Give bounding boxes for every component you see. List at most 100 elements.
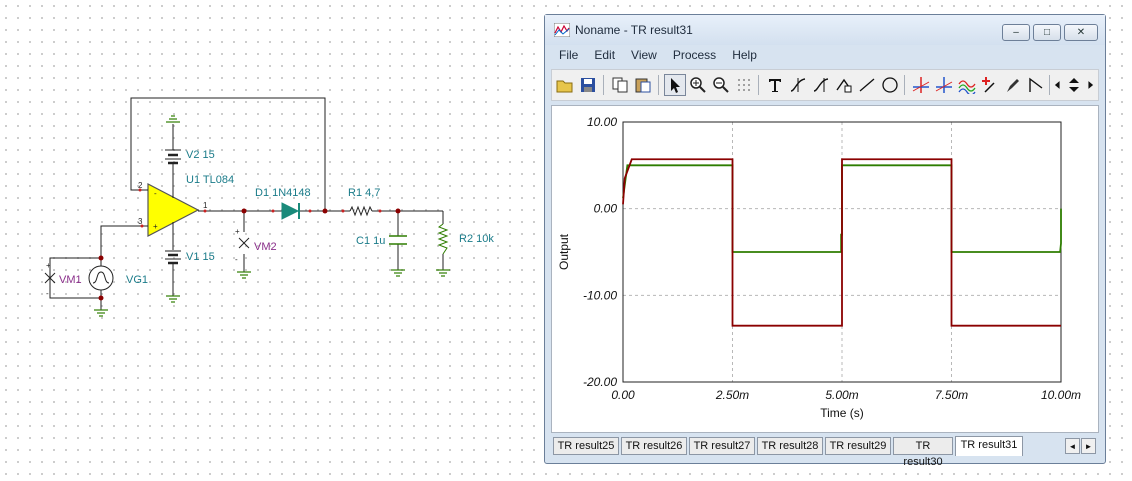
scroll-right-button[interactable] (1083, 74, 1097, 96)
app-icon (554, 23, 570, 37)
cursor-b-button[interactable] (810, 74, 832, 96)
ground-icon-v2 (166, 115, 180, 123)
tab-right-icon: ► (1084, 441, 1093, 451)
toolbar-separator (904, 75, 905, 95)
window-title: Noname - TR result31 (575, 23, 693, 37)
menu-help[interactable]: Help (724, 46, 765, 64)
up-down-button[interactable] (1065, 74, 1083, 96)
axis-icon (836, 78, 852, 93)
zoom-100-button[interactable] (710, 74, 732, 96)
menu-bar: File Edit View Process Help (551, 46, 765, 64)
ground-icon-c1 (391, 269, 405, 277)
toolbar-separator (603, 75, 604, 95)
result-window[interactable]: Noname - TR result31 – □ ✕ File Edit Vie… (544, 14, 1106, 468)
label-r1: R1 4,7 (348, 187, 380, 199)
axis-button[interactable] (833, 74, 855, 96)
output-chart[interactable]: 0.00 2.50m 5.00m 7.50m 10.00m 10.00 0.00 -10.00… (552, 106, 1098, 432)
circle-icon (882, 77, 898, 93)
step-button[interactable] (1025, 74, 1047, 96)
ground-icon-v1 (166, 295, 180, 303)
grid-icon (738, 79, 750, 91)
tab-tr-result29[interactable]: TR result29 (825, 437, 891, 455)
menu-view[interactable]: View (623, 46, 665, 64)
line-button[interactable] (856, 74, 878, 96)
text-button[interactable] (764, 74, 786, 96)
copy-button[interactable] (609, 74, 631, 96)
pointer-button[interactable] (664, 74, 686, 96)
close-button[interactable]: ✕ (1064, 24, 1098, 41)
y-tick-label: 0.00 (594, 202, 618, 216)
x-tick-label: 7.50m (935, 388, 968, 402)
result-tabs: TR result25 TR result26 TR result27 TR r… (551, 435, 1099, 468)
tab-tr-result31[interactable]: TR result31 (955, 436, 1023, 456)
resistor-r2[interactable] (437, 223, 449, 255)
circle-button[interactable] (879, 74, 901, 96)
probe-button[interactable] (979, 74, 1001, 96)
opamp-plus-label: + (153, 222, 158, 231)
marker-a-icon (912, 77, 930, 93)
tab-tr-result28[interactable]: TR result28 (757, 437, 823, 455)
pin1-label: 1 (203, 201, 208, 210)
vm1-minus: - (46, 289, 49, 298)
minimize-icon: – (1013, 27, 1019, 38)
pen-icon (1007, 79, 1019, 92)
label-vm2: VM2 (254, 241, 277, 253)
open-icon (556, 80, 573, 93)
tab-tr-result27[interactable]: TR result27 (689, 437, 755, 455)
ground-icon-vm2 (237, 271, 251, 279)
left-icon (1054, 81, 1060, 89)
cursor-a-button[interactable] (787, 74, 809, 96)
scroll-left-button[interactable] (1051, 74, 1065, 96)
toolbar-separator (758, 75, 759, 95)
y-tick-label: -20.00 (583, 375, 617, 389)
tab-scroll-left[interactable]: ◄ (1065, 438, 1080, 454)
close-icon: ✕ (1076, 27, 1086, 38)
junction-dots (98, 208, 401, 301)
label-vm1: VM1 (59, 274, 82, 286)
battery-v1[interactable] (165, 250, 181, 265)
x-tick-label: 5.00m (825, 388, 858, 402)
diode-d1[interactable] (281, 202, 300, 220)
right-icon (1088, 81, 1094, 89)
pen-button[interactable] (1002, 74, 1024, 96)
x-axis-label: Time (s) (820, 406, 864, 420)
marker-a-button[interactable] (910, 74, 932, 96)
tab-scroll-right[interactable]: ► (1081, 438, 1096, 454)
paste-button[interactable] (632, 74, 654, 96)
toolbar-separator (1049, 75, 1050, 95)
tab-tr-result26[interactable]: TR result26 (621, 437, 687, 455)
label-c1: C1 1u (356, 235, 385, 247)
series-layer (622, 158, 1062, 327)
menu-file[interactable]: File (551, 46, 586, 64)
ground-icon-r2 (436, 269, 450, 277)
vm1-plus: + (46, 261, 51, 270)
schematic-canvas[interactable]: - + 2 3 1 + - + - V2 15 U1 TL084 V1 15 D… (0, 0, 540, 481)
text-icon (769, 79, 781, 92)
curve-icon (958, 80, 976, 94)
title-bar[interactable]: Noname - TR result31 – □ ✕ (545, 15, 1105, 45)
menu-edit[interactable]: Edit (586, 46, 623, 64)
zoom-in-button[interactable] (687, 74, 709, 96)
voltmeter-vm2[interactable] (238, 237, 250, 249)
tab-tr-result30[interactable]: TR result30 (893, 437, 953, 468)
generator-vg1[interactable] (88, 258, 114, 298)
battery-v2[interactable] (165, 149, 181, 165)
minimize-button[interactable]: – (1002, 24, 1030, 41)
marker-b-button[interactable] (933, 74, 955, 96)
maximize-button[interactable]: □ (1033, 24, 1061, 41)
open-button[interactable] (554, 74, 576, 96)
cursor-a-icon (790, 78, 806, 92)
probe-icon (982, 77, 995, 93)
label-v2: V2 15 (186, 149, 215, 161)
updown-icon (1069, 78, 1079, 92)
menu-process[interactable]: Process (665, 46, 724, 64)
capacitor-c1[interactable] (389, 235, 407, 245)
label-vg1: VG1 (126, 274, 148, 286)
resistor-r1[interactable] (349, 205, 373, 217)
tab-tr-result25[interactable]: TR result25 (553, 437, 619, 455)
curve-button[interactable] (956, 74, 978, 96)
grid-button[interactable] (733, 74, 755, 96)
plot-panel[interactable]: 0.00 2.50m 5.00m 7.50m 10.00m 10.00 0.00 -10.00… (551, 105, 1099, 433)
x-tick-label: 10.00m (1041, 388, 1081, 402)
save-button[interactable] (577, 74, 599, 96)
